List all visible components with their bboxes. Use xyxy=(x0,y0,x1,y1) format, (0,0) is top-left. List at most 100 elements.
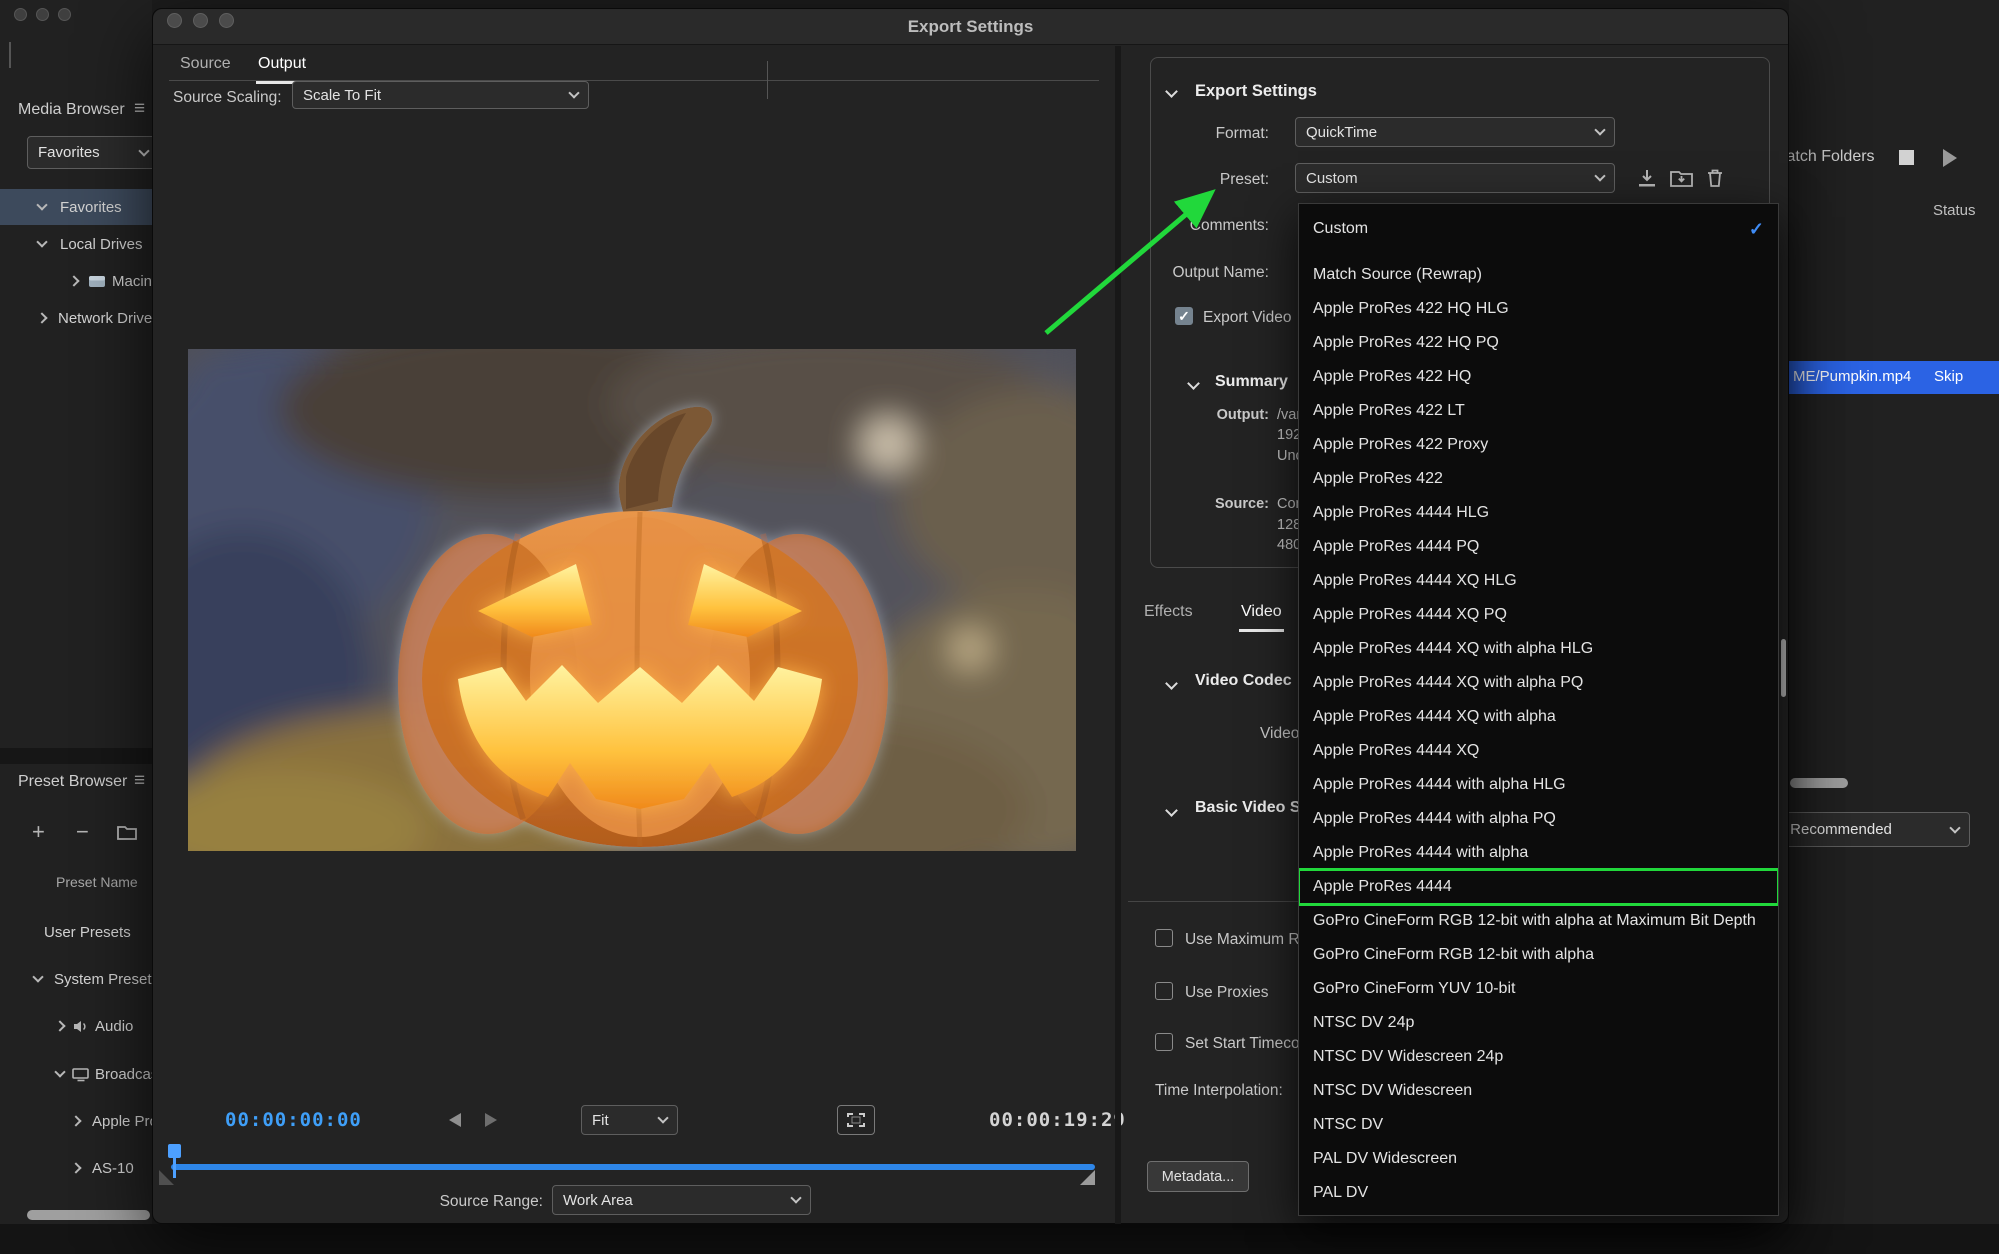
tab-effects[interactable]: Effects xyxy=(1142,599,1195,629)
queue-horizontal-scrollbar[interactable] xyxy=(1790,778,1848,788)
recommended-preset-dropdown[interactable]: - Recommended xyxy=(1770,812,1970,847)
remove-preset-icon[interactable]: − xyxy=(76,818,89,846)
preset-menu-item[interactable]: NTSC DV 24p xyxy=(1299,1006,1778,1040)
use-maximum-render-quality-checkbox[interactable] xyxy=(1155,929,1173,947)
bg-close-button[interactable] xyxy=(14,8,27,21)
source-range-dropdown[interactable]: Work Area xyxy=(552,1185,811,1215)
preset-menu-item[interactable]: Apple ProRes 4444 XQ HLG xyxy=(1299,564,1778,598)
add-preset-icon[interactable]: + xyxy=(32,818,45,846)
use-proxies-checkbox[interactable] xyxy=(1155,982,1173,1000)
preset-menu-item[interactable]: GoPro CineForm RGB 12-bit with alpha at … xyxy=(1299,904,1778,938)
preset-menu-item[interactable]: Apple ProRes 4444 xyxy=(1299,870,1778,904)
import-preset-icon[interactable] xyxy=(1669,167,1695,189)
stop-queue-icon[interactable] xyxy=(1899,150,1914,165)
preset-menu-item[interactable]: Apple ProRes 4444 with alpha HLG xyxy=(1299,768,1778,802)
preset-tree-audio[interactable]: Audio xyxy=(0,1008,152,1044)
source-range-label: Source Range: xyxy=(333,1192,543,1211)
playhead-handle[interactable] xyxy=(168,1144,181,1158)
preset-menu-item[interactable]: PAL DV Widescreen xyxy=(1299,1142,1778,1176)
media-browser-menu-icon[interactable]: ≡ xyxy=(134,97,145,121)
bg-zoom-button[interactable] xyxy=(58,8,71,21)
background-queue-panel xyxy=(1789,0,1999,1224)
preset-name-column-header[interactable]: Preset Name xyxy=(56,874,138,892)
preset-menu-item[interactable]: NTSC DV Widescreen 24p xyxy=(1299,1040,1778,1074)
metadata-button[interactable]: Metadata... xyxy=(1147,1161,1249,1192)
preset-dropdown[interactable]: Custom xyxy=(1295,163,1615,193)
zoom-level-value: Fit xyxy=(592,1112,609,1129)
zoom-level-dropdown[interactable]: Fit xyxy=(581,1105,678,1135)
chevron-down-icon[interactable] xyxy=(1165,677,1178,690)
preset-menu-item[interactable]: NTSC DV xyxy=(1299,1108,1778,1142)
preset-menu-item[interactable]: Apple ProRes 4444 XQ with alpha PQ xyxy=(1299,666,1778,700)
preset-menu-item[interactable]: Apple ProRes 422 Proxy xyxy=(1299,428,1778,462)
new-preset-folder-icon[interactable] xyxy=(116,824,138,841)
timeline-scrubber[interactable] xyxy=(171,1164,1095,1170)
chevron-down-icon xyxy=(36,199,47,210)
favorites-dropdown-value: Favorites xyxy=(38,144,100,161)
chevron-down-icon xyxy=(54,1066,65,1077)
current-timecode: 00:00:00:00 xyxy=(225,1109,362,1131)
preset-menu-item[interactable]: Apple ProRes 422 xyxy=(1299,462,1778,496)
tab-video[interactable]: Video xyxy=(1239,599,1284,632)
chevron-right-icon xyxy=(68,275,79,286)
preset-tree-as10[interactable]: AS-10 xyxy=(0,1150,152,1186)
out-point-marker-icon[interactable] xyxy=(485,1113,497,1127)
favorites-dropdown[interactable]: Favorites xyxy=(27,136,152,169)
video-codec-header[interactable]: Video Codec xyxy=(1195,671,1292,691)
preset-menu-item[interactable]: Apple ProRes 422 HQ xyxy=(1299,360,1778,394)
delete-preset-icon[interactable] xyxy=(1704,167,1726,189)
preset-menu-item-label: Apple ProRes 4444 with alpha PQ xyxy=(1313,810,1556,828)
sidebar-item-network-drives[interactable]: Network Drives xyxy=(0,300,152,336)
preset-menu-item[interactable]: Apple ProRes 422 HQ PQ xyxy=(1299,326,1778,360)
preset-menu-item[interactable]: Apple ProRes 4444 XQ xyxy=(1299,734,1778,768)
preset-browser-menu-icon[interactable]: ≡ xyxy=(134,769,145,793)
preset-menu-item[interactable]: Match Source (Rewrap) xyxy=(1299,258,1778,292)
preset-menu-item[interactable]: Custom ✓ xyxy=(1299,212,1778,246)
preset-menu-item[interactable]: Apple ProRes 422 LT xyxy=(1299,394,1778,428)
right-pane-scrollbar[interactable] xyxy=(1781,639,1786,697)
preset-tree-system-presets[interactable]: System Presets xyxy=(0,961,152,997)
preset-menu-item-label: Apple ProRes 4444 XQ xyxy=(1313,742,1479,760)
in-point-marker-icon[interactable] xyxy=(449,1113,461,1127)
preset-menu-item[interactable]: NTSC DV Widescreen xyxy=(1299,1074,1778,1108)
preset-menu-item[interactable]: Apple ProRes 4444 HLG xyxy=(1299,496,1778,530)
source-scaling-dropdown[interactable]: Scale To Fit xyxy=(292,81,589,109)
basic-video-settings-header[interactable]: Basic Video Se xyxy=(1195,798,1309,818)
crop-button[interactable] xyxy=(837,1105,875,1135)
work-area-start-handle[interactable] xyxy=(159,1170,174,1185)
preset-menu-item[interactable]: Apple ProRes 4444 XQ PQ xyxy=(1299,598,1778,632)
summary-header[interactable]: Summary xyxy=(1215,372,1288,392)
sidebar-item-macintosh-hd[interactable]: Macintosh HD xyxy=(0,263,152,299)
export-settings-header[interactable]: Export Settings xyxy=(1195,81,1317,102)
preset-tree-broadcast[interactable]: Broadcast xyxy=(0,1056,152,1092)
preset-menu-item[interactable]: GoPro CineForm YUV 10-bit xyxy=(1299,972,1778,1006)
background-bottom-strip xyxy=(0,1224,1999,1254)
sidebar-item-local-drives[interactable]: Local Drives xyxy=(0,226,152,262)
work-area-end-handle[interactable] xyxy=(1080,1170,1095,1185)
output-name-label: Output Name: xyxy=(1105,264,1269,282)
preset-menu-item[interactable]: Apple ProRes 4444 XQ with alpha xyxy=(1299,700,1778,734)
preset-tree-user-presets[interactable]: User Presets xyxy=(0,914,152,950)
horizontal-scrollbar[interactable] xyxy=(27,1210,150,1220)
sidebar-item-favorites[interactable]: Favorites xyxy=(0,189,152,225)
preset-menu-item-label: Apple ProRes 4444 with alpha xyxy=(1313,844,1528,862)
chevron-down-icon xyxy=(138,145,149,156)
preset-tree-apple-prores[interactable]: Apple ProRes xyxy=(0,1103,152,1139)
preset-menu-item[interactable]: PAL DV xyxy=(1299,1176,1778,1210)
start-queue-icon[interactable] xyxy=(1943,149,1957,167)
chevron-right-icon xyxy=(36,312,47,323)
save-preset-icon[interactable] xyxy=(1635,167,1659,189)
format-dropdown[interactable]: QuickTime xyxy=(1295,117,1615,147)
tab-source[interactable]: Source xyxy=(178,51,233,81)
preset-menu-item[interactable]: Apple ProRes 4444 with alpha xyxy=(1299,836,1778,870)
set-start-timecode-checkbox[interactable] xyxy=(1155,1033,1173,1051)
chevron-down-icon xyxy=(1594,124,1605,135)
bg-minimize-button[interactable] xyxy=(36,8,49,21)
export-video-checkbox[interactable]: ✓ xyxy=(1175,307,1193,325)
preset-menu-item[interactable]: GoPro CineForm RGB 12-bit with alpha xyxy=(1299,938,1778,972)
preset-menu-item[interactable]: Apple ProRes 4444 PQ xyxy=(1299,530,1778,564)
chevron-down-icon[interactable] xyxy=(1165,804,1178,817)
preset-menu-item[interactable]: Apple ProRes 422 HQ HLG xyxy=(1299,292,1778,326)
preset-menu-item[interactable]: Apple ProRes 4444 XQ with alpha HLG xyxy=(1299,632,1778,666)
preset-menu-item[interactable]: Apple ProRes 4444 with alpha PQ xyxy=(1299,802,1778,836)
